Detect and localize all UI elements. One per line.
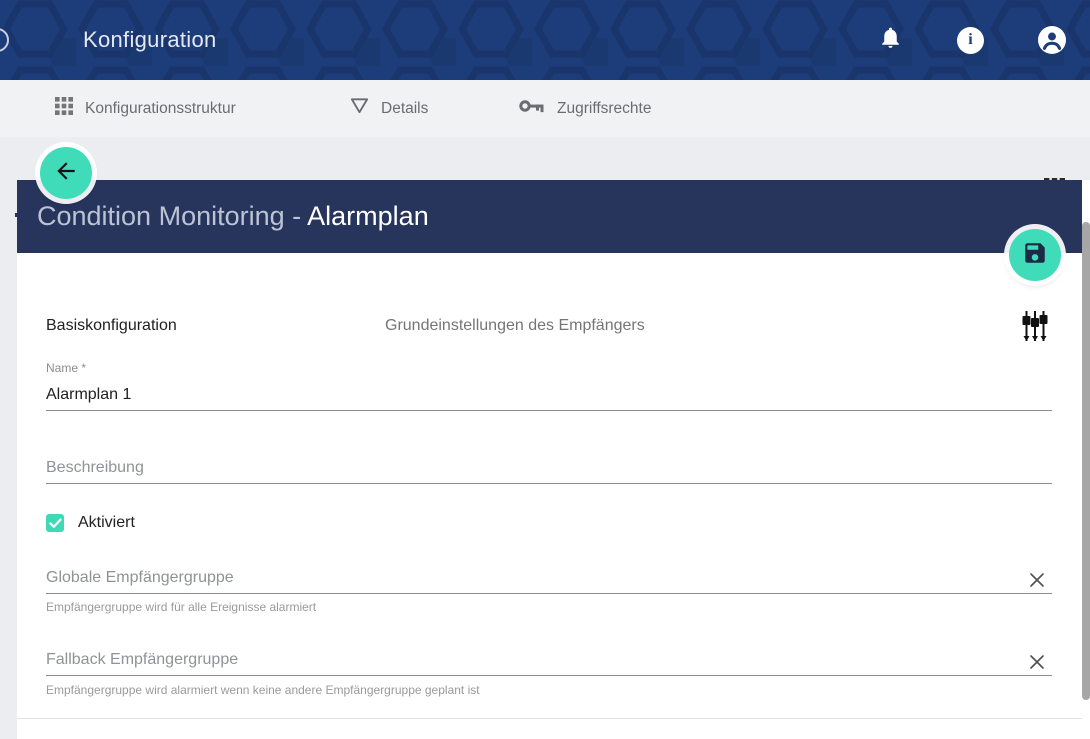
activated-checkbox[interactable] (46, 514, 64, 532)
name-input[interactable] (46, 382, 1052, 408)
grid-icon (55, 97, 73, 120)
activated-label: Aktiviert (78, 514, 135, 532)
floppy-disk-icon (1022, 240, 1048, 271)
description-input[interactable] (46, 455, 1052, 481)
scrollbar-thumb[interactable] (1082, 222, 1090, 700)
tab-label: Details (381, 100, 428, 118)
tab-label: Konfigurationsstruktur (85, 100, 236, 118)
key-icon (519, 98, 545, 119)
section-subtitle: Grundeinstellungen des Empfängers (385, 317, 645, 335)
tab-zugriffsrechte[interactable]: Zugriffsrechte (519, 80, 651, 137)
fallback-group-input[interactable] (46, 647, 1052, 673)
page-title: Konfiguration (83, 0, 217, 80)
fallback-group-helper: Empfängergruppe wird alarmiert wenn kein… (46, 683, 480, 697)
global-group-underline (46, 593, 1052, 594)
app-header: Konfiguration i (0, 0, 1090, 80)
section-title: Basiskonfiguration (46, 317, 177, 335)
tab-konfigurationsstruktur[interactable]: Konfigurationsstruktur (55, 80, 236, 137)
check-icon (49, 518, 62, 529)
fallback-group-clear-icon[interactable] (1028, 653, 1046, 671)
tab-details[interactable]: Details (350, 80, 428, 137)
tab-label: Zugriffsrechte (557, 100, 651, 118)
description-underline (46, 483, 1052, 484)
activated-checkbox-row[interactable]: Aktiviert (46, 514, 135, 532)
back-button[interactable] (40, 147, 92, 199)
name-underline (46, 410, 1052, 411)
arrow-left-icon (53, 158, 79, 189)
detail-banner: Condition Monitoring - Alarmplan (17, 180, 1083, 253)
detail-title: Condition Monitoring - Alarmplan (37, 201, 429, 232)
tab-bar: Konfigurationsstruktur Details Zugriffsr… (0, 80, 1090, 137)
name-field-label: Name * (46, 361, 86, 375)
global-group-clear-icon[interactable] (1028, 571, 1046, 589)
global-group-input[interactable] (46, 565, 1052, 591)
vertical-sliders-icon[interactable] (1021, 310, 1049, 347)
funnel-icon (350, 97, 369, 120)
global-group-helper: Empfängergruppe wird für alle Ereignisse… (46, 600, 316, 614)
save-button[interactable] (1009, 229, 1061, 281)
account-icon[interactable] (1038, 26, 1066, 54)
fallback-group-underline (46, 675, 1052, 676)
info-icon[interactable]: i (957, 27, 984, 54)
section-divider (17, 718, 1083, 719)
notifications-bell-icon[interactable] (878, 25, 903, 55)
